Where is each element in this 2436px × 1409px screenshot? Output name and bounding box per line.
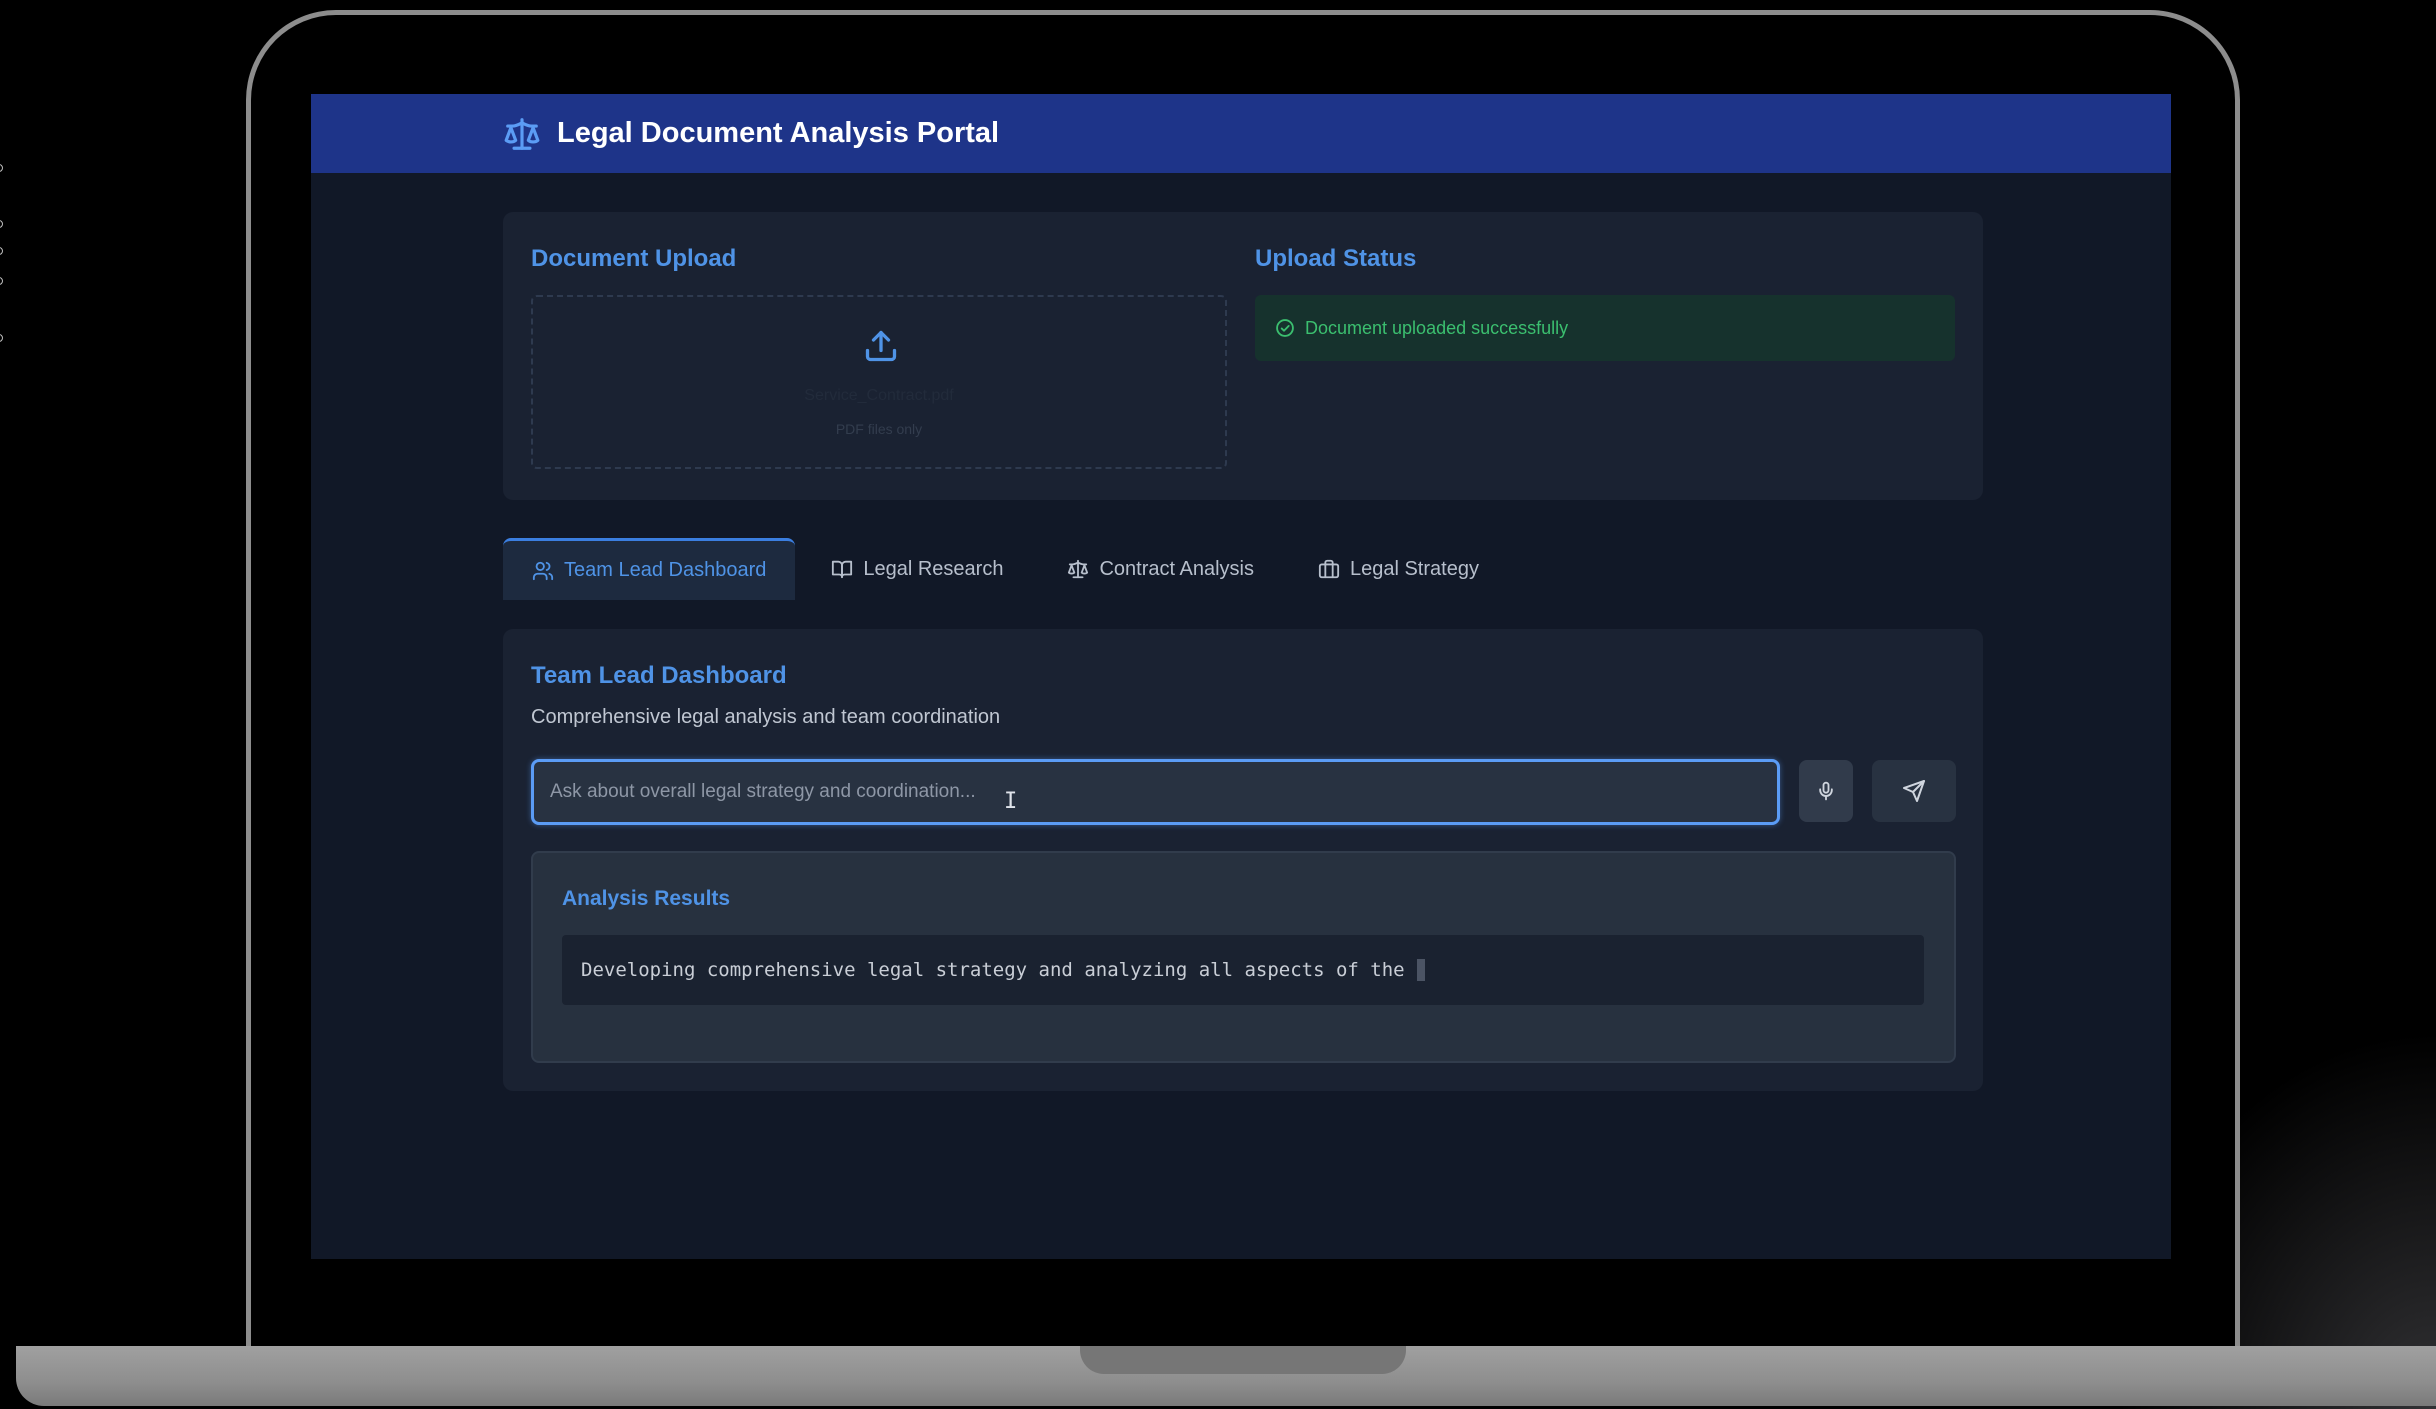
file-dropzone[interactable]: Service_Contract.pdf PDF files only <box>531 295 1227 469</box>
send-icon <box>1902 779 1926 803</box>
laptop-notch <box>1080 1346 1406 1374</box>
upload-icon <box>863 327 899 370</box>
streaming-caret <box>1416 959 1425 981</box>
tab-legal-research[interactable]: Legal Research <box>803 538 1031 600</box>
uploaded-file-name: Service_Contract.pdf <box>804 387 954 404</box>
upload-card: Document Upload Service_Contract.pdf PDF… <box>503 212 1983 500</box>
book-icon <box>831 558 853 580</box>
send-button[interactable] <box>1872 760 1956 822</box>
status-message: Document uploaded successfully <box>1305 317 1569 338</box>
app-screen: Legal Document Analysis Portal Document … <box>311 94 2171 1259</box>
scale-icon <box>503 115 541 153</box>
document-upload-title: Document Upload <box>531 245 737 272</box>
briefcase-icon <box>1318 558 1340 580</box>
app-header: Legal Document Analysis Portal <box>311 94 2171 173</box>
edge-dot <box>0 164 3 172</box>
tab-label: Team Lead Dashboard <box>564 559 767 581</box>
dashboard-panel: Team Lead Dashboard Comprehensive legal … <box>503 629 1983 1091</box>
app-title: Legal Document Analysis Portal <box>557 117 1000 149</box>
tab-bar: Team Lead Dashboard Legal Research Contr… <box>503 538 1515 600</box>
check-circle-icon <box>1275 318 1295 338</box>
voice-input-button[interactable] <box>1799 760 1853 822</box>
edge-dot <box>0 334 3 342</box>
tab-contract-analysis[interactable]: Contract Analysis <box>1039 538 1282 600</box>
microphone-icon <box>1816 780 1836 802</box>
users-icon <box>532 560 554 582</box>
tab-label: Legal Research <box>863 557 1004 580</box>
tab-legal-strategy[interactable]: Legal Strategy <box>1290 538 1507 600</box>
tab-team-lead-dashboard[interactable]: Team Lead Dashboard <box>503 538 796 600</box>
analysis-results-title: Analysis Results <box>562 887 731 910</box>
analysis-output-text: Developing comprehensive legal strategy … <box>581 959 1405 981</box>
analysis-results-panel: Analysis Results Developing comprehensiv… <box>531 851 1956 1063</box>
scale-icon <box>1067 558 1089 580</box>
edge-dot <box>0 220 3 228</box>
file-type-hint: PDF files only <box>835 421 923 437</box>
analysis-output: Developing comprehensive legal strategy … <box>562 935 1924 1005</box>
dashboard-title: Team Lead Dashboard <box>531 662 787 689</box>
upload-success-banner: Document uploaded successfully <box>1255 295 1955 361</box>
text-cursor-icon: I <box>1004 789 1018 814</box>
edge-dot <box>0 277 3 285</box>
query-input[interactable] <box>531 759 1780 825</box>
edge-dot <box>0 247 3 255</box>
tab-label: Contract Analysis <box>1099 557 1254 580</box>
upload-status-title: Upload Status <box>1255 245 1417 272</box>
dashboard-subtitle: Comprehensive legal analysis and team co… <box>531 706 1001 728</box>
tab-label: Legal Strategy <box>1349 557 1479 580</box>
